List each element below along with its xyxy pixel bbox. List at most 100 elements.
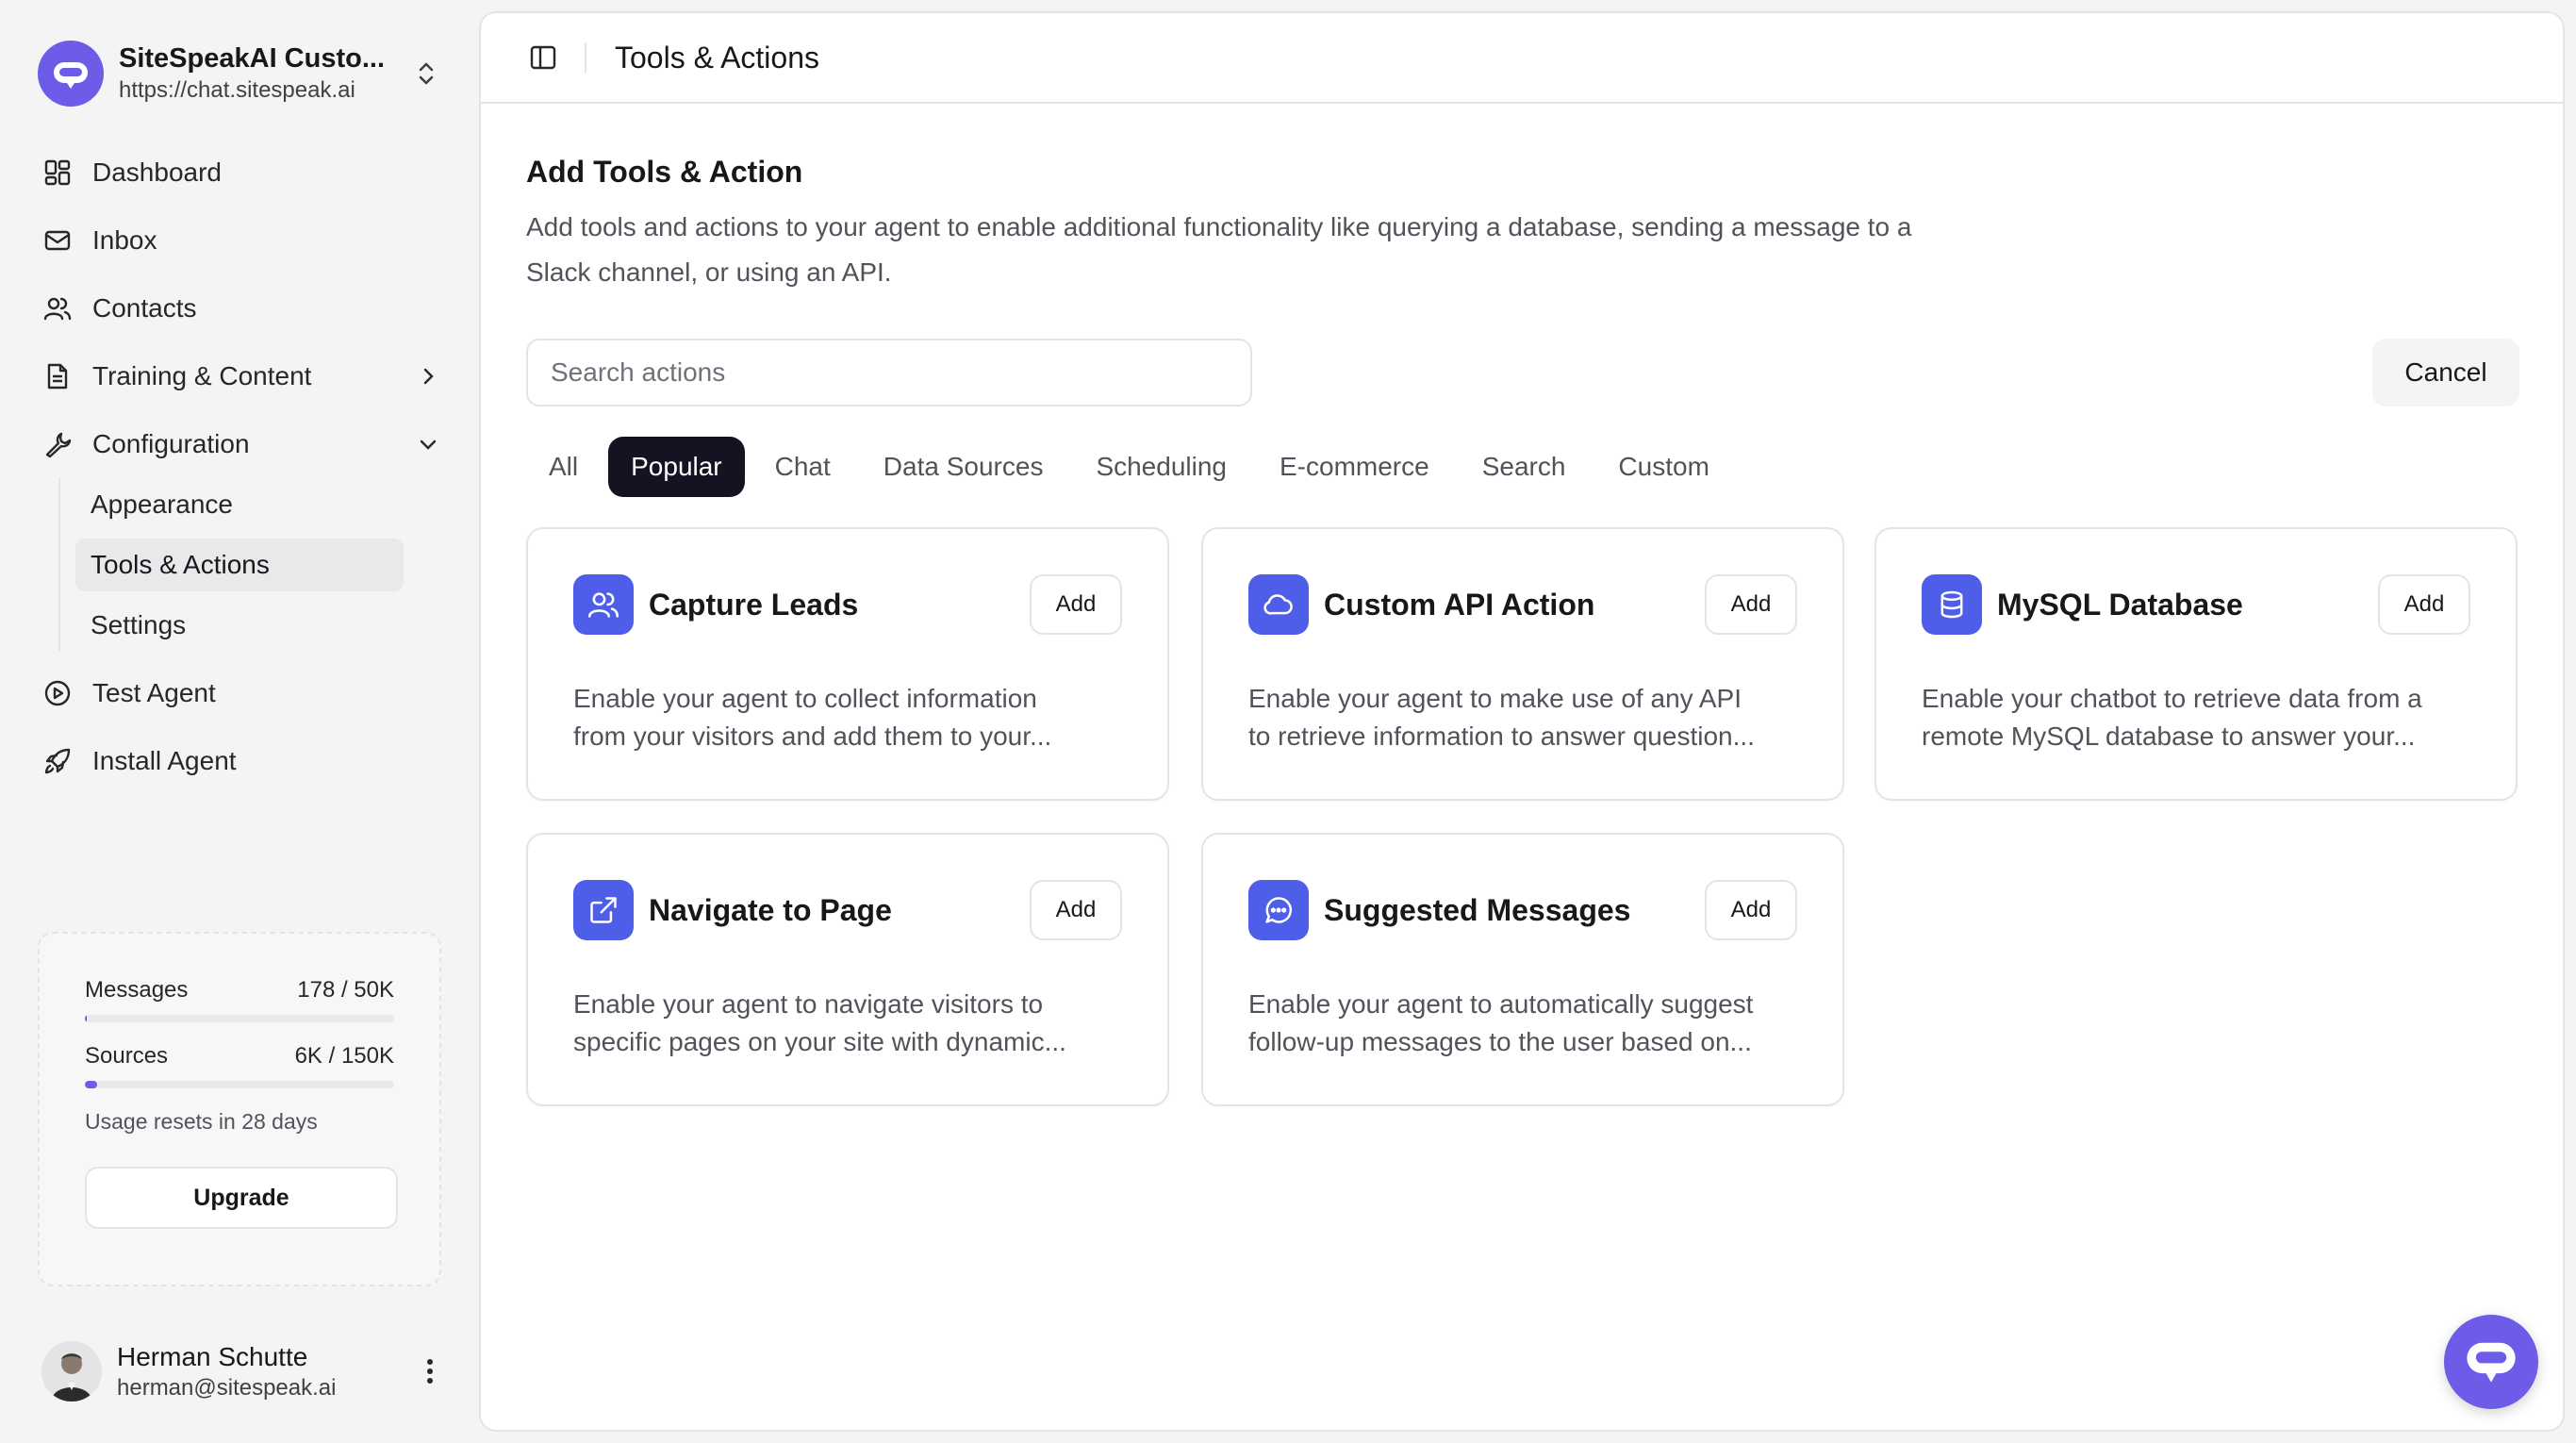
chat-widget-button[interactable] [2444, 1315, 2538, 1409]
card-description-line: Enable your chatbot to retrieve data fro… [1922, 684, 2422, 713]
messages-label: Messages [85, 977, 189, 1003]
cloud-icon [1248, 574, 1309, 635]
card-description-line: follow-up messages to the user based on.… [1248, 1027, 1752, 1056]
subnav-settings[interactable]: Settings [75, 599, 404, 652]
users-icon [573, 574, 634, 635]
nav-contacts-label: Contacts [92, 293, 197, 323]
mail-icon [41, 224, 74, 257]
sidebar: SiteSpeakAI Custo... https://chat.sitesp… [0, 0, 479, 1443]
user-name: Herman Schutte [117, 1342, 308, 1371]
add-button[interactable]: Add [1705, 880, 1797, 940]
card-description-line: Enable your agent to collect information [573, 684, 1037, 713]
nav-test-agent[interactable]: Test Agent [38, 667, 453, 720]
add-button[interactable]: Add [1030, 880, 1122, 940]
main-panel: Tools & Actions Add Tools & Action Add t… [479, 11, 2565, 1432]
search-row: Cancel [526, 339, 2519, 406]
section-title: Add Tools & Action [526, 155, 803, 189]
page-title: Tools & Actions [615, 40, 819, 75]
nav-dashboard[interactable]: Dashboard [38, 146, 453, 199]
action-card-mysql-database[interactable]: MySQL Database Add Enable your chatbot t… [1874, 527, 2518, 801]
add-button[interactable]: Add [2378, 574, 2470, 635]
card-description-line: remote MySQL database to answer your... [1922, 722, 2416, 751]
cancel-button[interactable]: Cancel [2372, 339, 2519, 406]
action-card-navigate-to-page[interactable]: Navigate to Page Add Enable your agent t… [526, 833, 1169, 1106]
nav-inbox[interactable]: Inbox [38, 214, 453, 267]
upgrade-button[interactable]: Upgrade [85, 1167, 398, 1229]
topbar-divider [585, 42, 586, 73]
nav-contacts[interactable]: Contacts [38, 282, 453, 335]
usage-reset-text: Usage resets in 28 days [85, 1109, 318, 1134]
workspace-url: https://chat.sitespeak.ai [119, 77, 355, 103]
sources-label: Sources [85, 1043, 169, 1069]
messages-progress-bar [85, 1015, 394, 1022]
play-circle-icon [41, 677, 74, 709]
chevron-right-icon [413, 361, 443, 391]
nav-inbox-label: Inbox [92, 225, 157, 255]
topbar: Tools & Actions [481, 13, 2563, 104]
card-title: Suggested Messages [1324, 892, 1631, 927]
subnav-appearance[interactable]: Appearance [75, 478, 404, 531]
card-description: Enable your chatbot to retrieve data fro… [1922, 680, 2487, 755]
card-description-line: specific pages on your site with dynamic… [573, 1027, 1066, 1056]
configuration-subnav: Appearance Tools & Actions Settings [58, 478, 453, 652]
chevron-down-icon [413, 429, 443, 459]
avatar [41, 1341, 102, 1402]
nav-install-agent-label: Install Agent [92, 746, 237, 775]
users-icon [41, 292, 74, 324]
nav-training-label: Training & Content [92, 361, 312, 390]
add-button[interactable]: Add [1705, 574, 1797, 635]
section-description: Add tools and actions to your agent to e… [526, 212, 1912, 287]
nav-training-content[interactable]: Training & Content [38, 350, 453, 403]
brand-logo [38, 41, 104, 107]
tab-chat[interactable]: Chat [752, 437, 853, 497]
chevrons-up-down-icon[interactable] [409, 57, 443, 91]
content-area: Add Tools & Action Add tools and actions… [526, 155, 2519, 1106]
database-icon [1922, 574, 1982, 635]
card-description: Enable your agent to navigate visitors t… [573, 986, 1139, 1061]
card-description-line: Enable your agent to make use of any API [1248, 684, 1742, 713]
user-profile[interactable]: Herman Schutte herman@sitespeak.ai [41, 1335, 447, 1407]
messages-usage: Messages 178 / 50K [85, 977, 394, 1003]
tab-scheduling[interactable]: Scheduling [1073, 437, 1249, 497]
tab-all[interactable]: All [526, 437, 601, 497]
external-link-icon [573, 880, 634, 940]
action-card-custom-api[interactable]: Custom API Action Add Enable your agent … [1201, 527, 1844, 801]
sources-progress-fill [85, 1081, 98, 1088]
tab-popular[interactable]: Popular [608, 437, 745, 497]
card-description: Enable your agent to automatically sugge… [1248, 986, 1814, 1061]
chat-bubble-icon [2467, 1342, 2516, 1383]
nav-install-agent[interactable]: Install Agent [38, 735, 453, 788]
card-title: MySQL Database [1997, 587, 2243, 622]
category-tabs: All Popular Chat Data Sources Scheduling… [526, 437, 2519, 497]
nav-test-agent-label: Test Agent [92, 678, 216, 707]
sources-value: 6K / 150K [294, 1043, 394, 1069]
tab-custom[interactable]: Custom [1595, 437, 1731, 497]
sidebar-toggle-icon[interactable] [524, 39, 562, 76]
dashboard-icon [41, 157, 74, 189]
action-card-suggested-messages[interactable]: Suggested Messages Add Enable your agent… [1201, 833, 1844, 1106]
tab-e-commerce[interactable]: E-commerce [1257, 437, 1452, 497]
card-description: Enable your agent to make use of any API… [1248, 680, 1814, 755]
nav-dashboard-label: Dashboard [92, 158, 222, 187]
main-nav: Dashboard Inbox Contacts Training & Cont… [38, 146, 453, 803]
wrench-icon [41, 428, 74, 460]
action-card-capture-leads[interactable]: Capture Leads Add Enable your agent to c… [526, 527, 1169, 801]
tab-data-sources[interactable]: Data Sources [861, 437, 1066, 497]
subnav-tools-actions[interactable]: Tools & Actions [75, 539, 404, 591]
sources-progress-bar [85, 1081, 394, 1088]
messages-value: 178 / 50K [297, 977, 394, 1003]
card-description: Enable your agent to collect information… [573, 680, 1139, 755]
card-description-line: Enable your agent to navigate visitors t… [573, 989, 1044, 1019]
sources-usage: Sources 6K / 150K [85, 1043, 394, 1070]
workspace-switcher[interactable]: SiteSpeakAI Custo... https://chat.sitesp… [38, 38, 443, 109]
user-email: herman@sitespeak.ai [117, 1375, 337, 1401]
card-title: Capture Leads [649, 587, 859, 622]
nav-configuration[interactable]: Configuration [38, 418, 453, 471]
usage-panel: Messages 178 / 50K Sources 6K / 150K Usa… [38, 932, 441, 1286]
rocket-icon [41, 745, 74, 777]
add-button[interactable]: Add [1030, 574, 1122, 635]
search-input[interactable] [526, 339, 1252, 406]
more-vertical-icon[interactable] [413, 1354, 447, 1388]
tab-search[interactable]: Search [1460, 437, 1589, 497]
card-description-line: to retrieve information to answer questi… [1248, 722, 1755, 751]
